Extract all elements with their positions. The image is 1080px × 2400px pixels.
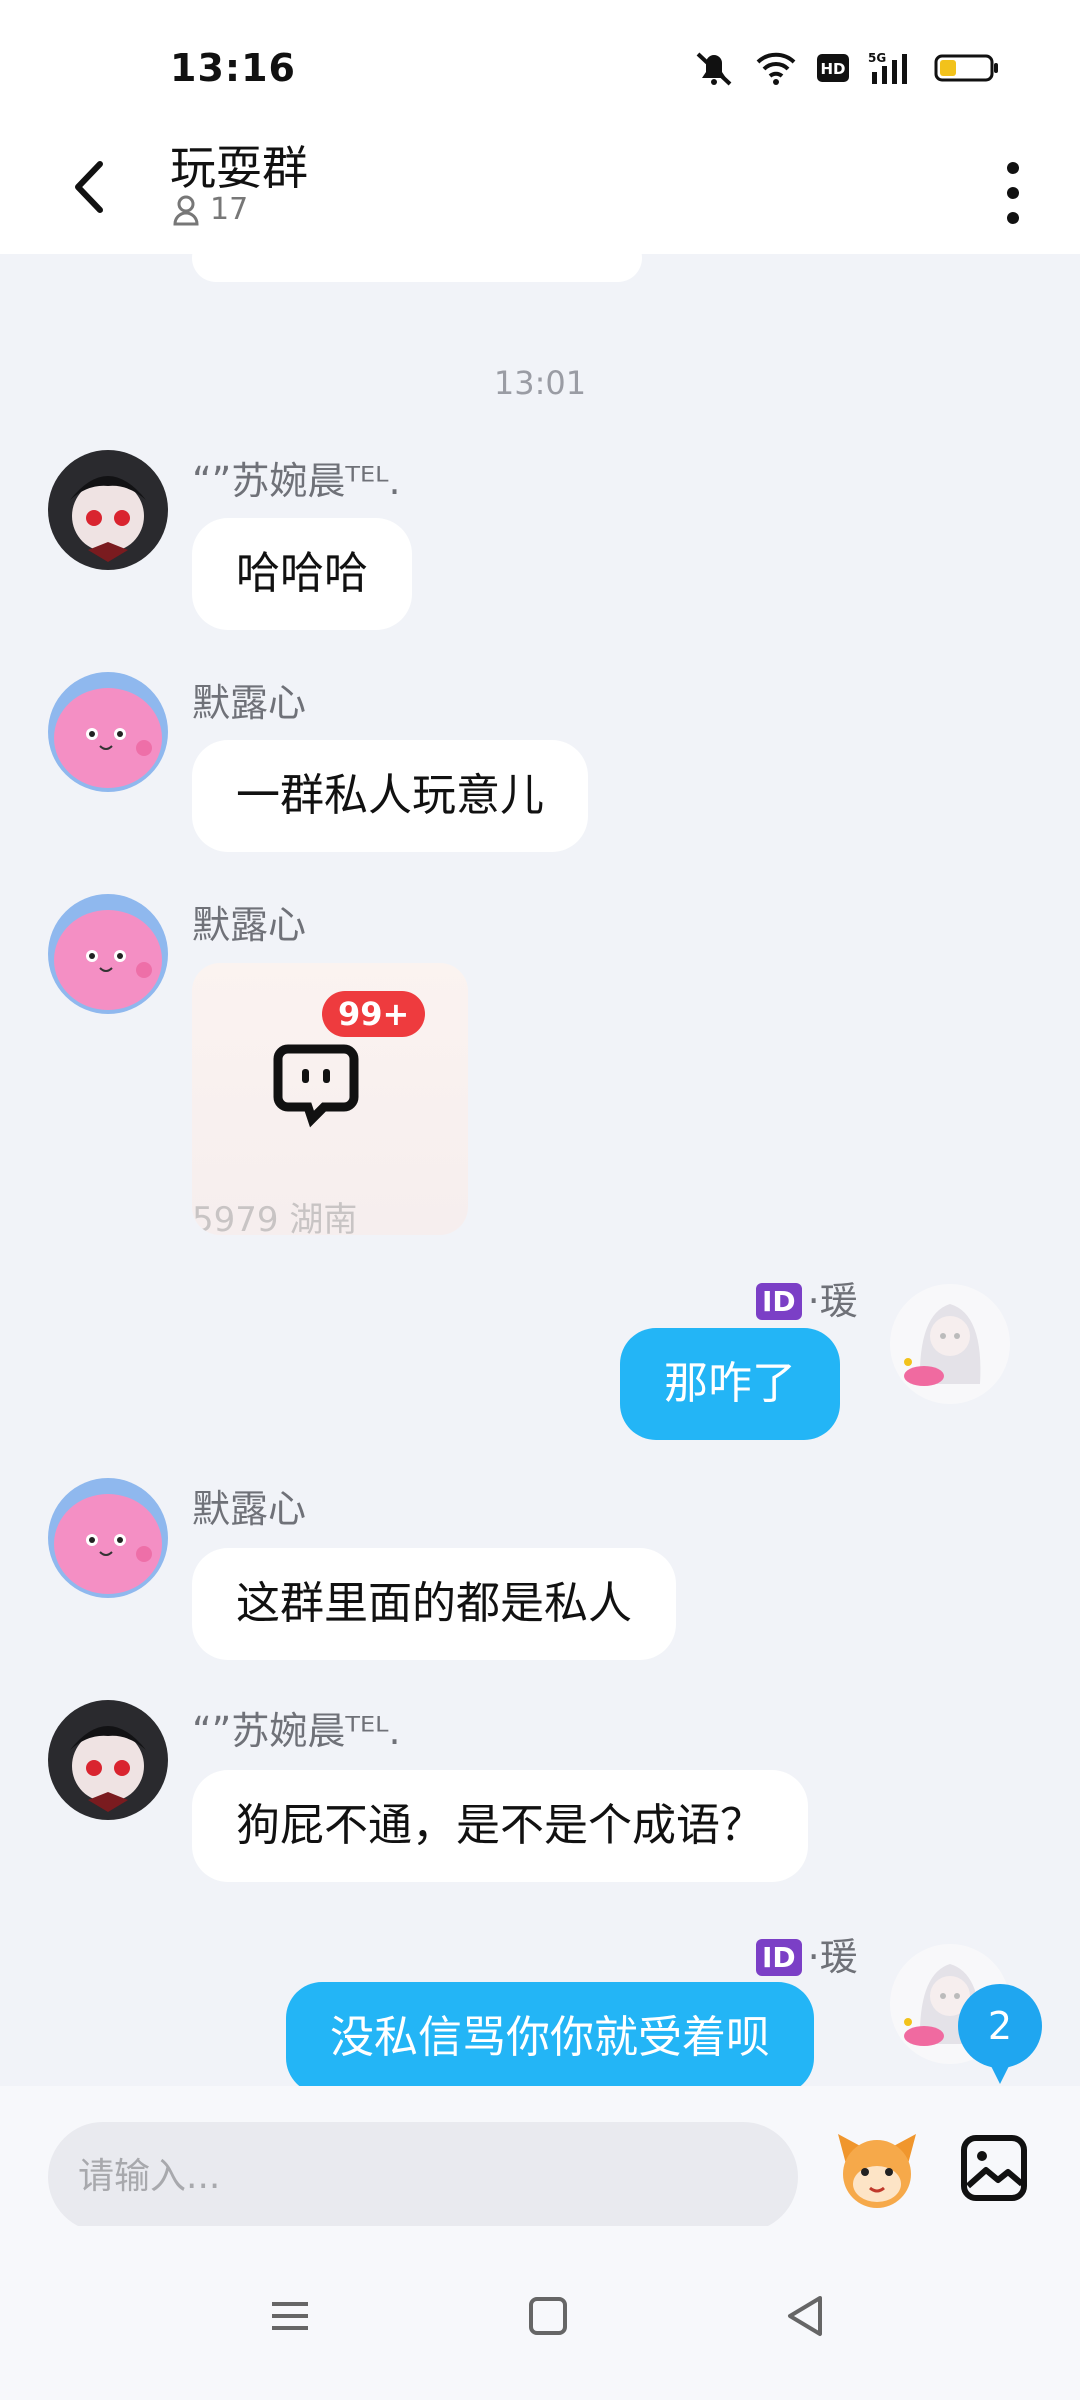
sender-name: “”苏婉晨ᵀᴱᴸ. [192, 459, 401, 503]
back-button[interactable] [56, 152, 126, 222]
system-nav-bar [0, 2226, 1080, 2400]
message-input[interactable]: 请输入... [48, 2122, 798, 2232]
id-tag: ID [756, 1939, 802, 1976]
member-count-value: 17 [210, 192, 249, 227]
message-composer: 请输入... [0, 2086, 1080, 2232]
avatar-moluxin[interactable] [48, 672, 168, 792]
message-bubble[interactable]: 狗屁不通，是不是个成语？ [192, 1770, 808, 1882]
more-options-icon[interactable] [986, 148, 1040, 238]
message-bubble-self[interactable]: 那咋了 [620, 1328, 840, 1440]
avatar-suwanchen[interactable] [48, 450, 168, 570]
unread-count-badge: 99+ [322, 991, 426, 1037]
sender-name-self: ID ·瑗 [756, 1926, 858, 1981]
partial-message-bubble [192, 254, 642, 282]
status-icons: HD 5G [692, 48, 1000, 88]
battery-icon [934, 54, 998, 82]
hd-icon: HD [817, 54, 849, 82]
emoji-sticker-icon[interactable] [832, 2124, 922, 2214]
back-nav-icon[interactable] [776, 2286, 836, 2346]
signal-5g-icon: 5G [868, 51, 907, 84]
avatar-moluxin[interactable] [48, 894, 168, 1014]
id-tag: ID [756, 1283, 802, 1320]
status-bar: 13:16 HD 5G [0, 0, 1080, 130]
message-timestamp: 13:01 [493, 364, 587, 402]
sender-name-self: ID ·瑗 [756, 1270, 858, 1325]
avatar-moluxin[interactable] [48, 1478, 168, 1598]
avatar-self[interactable] [890, 1284, 1010, 1404]
image-message[interactable]: 99+ 5979 湖南 [192, 963, 468, 1235]
svg-text:HD: HD [820, 60, 845, 78]
chat-header: 玩耍群 17 [0, 130, 1080, 254]
person-icon [173, 195, 199, 225]
sender-name: 默露心 [192, 903, 307, 947]
message-bubble[interactable]: 一群私人玩意儿 [192, 740, 588, 852]
member-count[interactable]: 17 [172, 192, 248, 227]
image-picker-icon[interactable] [958, 2132, 1030, 2204]
wifi-icon [756, 52, 796, 85]
status-time: 13:16 [170, 46, 296, 90]
message-bubble-self[interactable]: 没私信骂你你就受着呗 [286, 1982, 814, 2086]
chat-app-icon [273, 1044, 359, 1128]
sender-name: 默露心 [192, 681, 307, 725]
sender-name: “”苏婉晨ᵀᴱᴸ. [192, 1709, 401, 1753]
chat-messages[interactable]: 13:01 “”苏婉晨ᵀᴱᴸ. 哈哈哈 默露心 一群私人玩意儿 默露心 99+ … [0, 254, 1080, 2086]
menu-nav-icon[interactable] [260, 2286, 320, 2346]
message-bubble[interactable]: 哈哈哈 [192, 518, 412, 630]
group-title: 玩耍群 [170, 141, 308, 195]
sticker-caption: 5979 湖南 [192, 1200, 358, 1235]
avatar-suwanchen[interactable] [48, 1700, 168, 1820]
sender-name: 默露心 [192, 1487, 307, 1531]
message-bubble[interactable]: 这群里面的都是私人 [192, 1548, 676, 1660]
mute-bell-icon [696, 52, 732, 86]
home-nav-icon[interactable] [518, 2286, 578, 2346]
svg-text:5G: 5G [868, 51, 886, 65]
new-messages-badge[interactable]: 2 [958, 1984, 1042, 2084]
